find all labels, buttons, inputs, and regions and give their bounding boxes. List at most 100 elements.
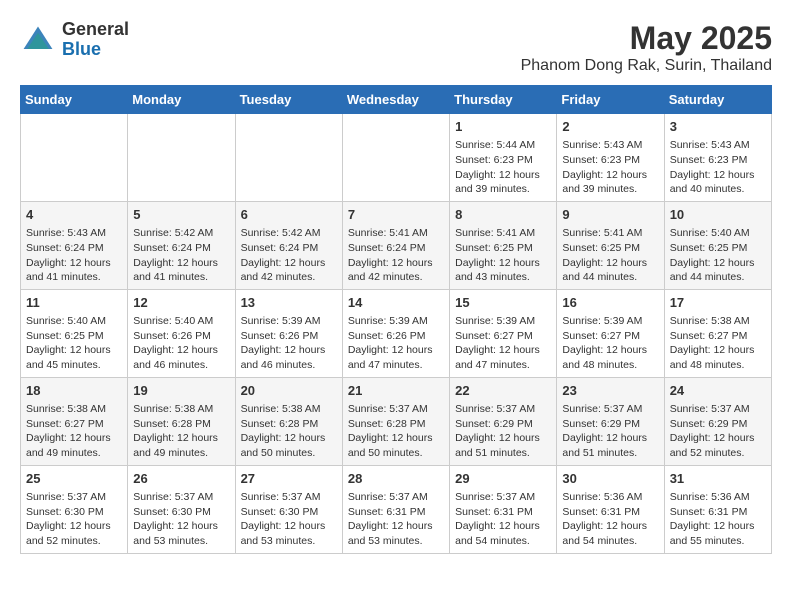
calendar-cell bbox=[342, 114, 449, 202]
cell-info: Sunrise: 5:42 AM bbox=[241, 226, 337, 241]
cell-info: Sunrise: 5:41 AM bbox=[455, 226, 551, 241]
logo-blue: Blue bbox=[62, 40, 129, 60]
cell-info: Daylight: 12 hours bbox=[670, 431, 766, 446]
day-number: 18 bbox=[26, 382, 122, 400]
cell-info: Sunset: 6:26 PM bbox=[348, 329, 444, 344]
cell-info: and 45 minutes. bbox=[26, 358, 122, 373]
calendar-cell: 7Sunrise: 5:41 AMSunset: 6:24 PMDaylight… bbox=[342, 201, 449, 289]
cell-info: Daylight: 12 hours bbox=[455, 256, 551, 271]
calendar-cell: 5Sunrise: 5:42 AMSunset: 6:24 PMDaylight… bbox=[128, 201, 235, 289]
calendar-header-row: SundayMondayTuesdayWednesdayThursdayFrid… bbox=[21, 86, 772, 114]
cell-info: Sunset: 6:28 PM bbox=[133, 417, 229, 432]
cell-info: Sunset: 6:31 PM bbox=[562, 505, 658, 520]
calendar-cell: 31Sunrise: 5:36 AMSunset: 6:31 PMDayligh… bbox=[664, 465, 771, 553]
cell-info: Daylight: 12 hours bbox=[241, 343, 337, 358]
day-number: 23 bbox=[562, 382, 658, 400]
day-number: 8 bbox=[455, 206, 551, 224]
cell-info: Sunrise: 5:38 AM bbox=[133, 402, 229, 417]
calendar-body: 1 Sunrise: 5:44 AM Sunset: 6:23 PM Daylight… bbox=[21, 114, 772, 554]
cell-info: Sunrise: 5:39 AM bbox=[348, 314, 444, 329]
cell-info: Sunset: 6:27 PM bbox=[26, 417, 122, 432]
cell-info: and 41 minutes. bbox=[26, 270, 122, 285]
cell-info: and 53 minutes. bbox=[133, 534, 229, 549]
cell-info: Sunset: 6:25 PM bbox=[670, 241, 766, 256]
cell-info: Daylight: 12 hours bbox=[455, 168, 551, 183]
cell-info: Sunrise: 5:40 AM bbox=[670, 226, 766, 241]
title-block: May 2025 Phanom Dong Rak, Surin, Thailan… bbox=[521, 20, 772, 75]
day-number: 6 bbox=[241, 206, 337, 224]
cell-info: Daylight: 12 hours bbox=[562, 256, 658, 271]
day-number: 31 bbox=[670, 470, 766, 488]
cell-info: Sunrise: 5:42 AM bbox=[133, 226, 229, 241]
cell-info: Sunrise: 5:37 AM bbox=[348, 490, 444, 505]
cell-info: Sunrise: 5:43 AM bbox=[670, 138, 766, 153]
cell-info: and 51 minutes. bbox=[562, 446, 658, 461]
calendar-cell: 22Sunrise: 5:37 AMSunset: 6:29 PMDayligh… bbox=[450, 377, 557, 465]
day-header-sunday: Sunday bbox=[21, 86, 128, 114]
day-number: 24 bbox=[670, 382, 766, 400]
cell-info: Sunrise: 5:37 AM bbox=[562, 402, 658, 417]
cell-info: and 52 minutes. bbox=[670, 446, 766, 461]
cell-info: and 46 minutes. bbox=[133, 358, 229, 373]
cell-info: Sunrise: 5:44 AM bbox=[455, 138, 551, 153]
calendar-cell: 9Sunrise: 5:41 AMSunset: 6:25 PMDaylight… bbox=[557, 201, 664, 289]
cell-info: and 48 minutes. bbox=[562, 358, 658, 373]
cell-info: and 44 minutes. bbox=[562, 270, 658, 285]
day-number: 12 bbox=[133, 294, 229, 312]
cell-info: Sunrise: 5:39 AM bbox=[562, 314, 658, 329]
calendar-cell: 21Sunrise: 5:37 AMSunset: 6:28 PMDayligh… bbox=[342, 377, 449, 465]
cell-info: Daylight: 12 hours bbox=[455, 431, 551, 446]
calendar-cell: 16Sunrise: 5:39 AMSunset: 6:27 PMDayligh… bbox=[557, 289, 664, 377]
calendar-cell: 19Sunrise: 5:38 AMSunset: 6:28 PMDayligh… bbox=[128, 377, 235, 465]
cell-info: Daylight: 12 hours bbox=[670, 343, 766, 358]
calendar-cell bbox=[128, 114, 235, 202]
cell-info: Daylight: 12 hours bbox=[455, 343, 551, 358]
day-number: 14 bbox=[348, 294, 444, 312]
cell-info: Sunrise: 5:38 AM bbox=[241, 402, 337, 417]
calendar-cell: 12Sunrise: 5:40 AMSunset: 6:26 PMDayligh… bbox=[128, 289, 235, 377]
calendar-cell: 23Sunrise: 5:37 AMSunset: 6:29 PMDayligh… bbox=[557, 377, 664, 465]
cell-info: Sunset: 6:30 PM bbox=[26, 505, 122, 520]
week-row-3: 11Sunrise: 5:40 AMSunset: 6:25 PMDayligh… bbox=[21, 289, 772, 377]
cell-info: and 44 minutes. bbox=[670, 270, 766, 285]
day-header-wednesday: Wednesday bbox=[342, 86, 449, 114]
cell-info: Daylight: 12 hours bbox=[562, 168, 658, 183]
cell-info: Daylight: 12 hours bbox=[133, 519, 229, 534]
cell-info: Daylight: 12 hours bbox=[133, 256, 229, 271]
cell-info: Daylight: 12 hours bbox=[241, 431, 337, 446]
cell-info: Daylight: 12 hours bbox=[133, 431, 229, 446]
cell-info: Sunset: 6:26 PM bbox=[133, 329, 229, 344]
calendar-cell bbox=[21, 114, 128, 202]
day-number: 30 bbox=[562, 470, 658, 488]
day-number: 29 bbox=[455, 470, 551, 488]
day-number: 16 bbox=[562, 294, 658, 312]
day-number: 20 bbox=[241, 382, 337, 400]
day-number: 1 bbox=[455, 118, 551, 136]
cell-info: Sunrise: 5:37 AM bbox=[455, 402, 551, 417]
cell-info: Sunset: 6:24 PM bbox=[241, 241, 337, 256]
calendar-cell: 14Sunrise: 5:39 AMSunset: 6:26 PMDayligh… bbox=[342, 289, 449, 377]
cell-info: Sunset: 6:23 PM bbox=[670, 153, 766, 168]
day-number: 4 bbox=[26, 206, 122, 224]
cell-info: Sunrise: 5:37 AM bbox=[670, 402, 766, 417]
day-header-tuesday: Tuesday bbox=[235, 86, 342, 114]
calendar-cell bbox=[235, 114, 342, 202]
calendar-cell: 10Sunrise: 5:40 AMSunset: 6:25 PMDayligh… bbox=[664, 201, 771, 289]
calendar-cell: 8Sunrise: 5:41 AMSunset: 6:25 PMDaylight… bbox=[450, 201, 557, 289]
cell-info: Daylight: 12 hours bbox=[670, 256, 766, 271]
day-number: 7 bbox=[348, 206, 444, 224]
cell-info: Sunset: 6:27 PM bbox=[455, 329, 551, 344]
cell-info: Daylight: 12 hours bbox=[348, 431, 444, 446]
day-number: 27 bbox=[241, 470, 337, 488]
cell-info: Sunrise: 5:36 AM bbox=[562, 490, 658, 505]
cell-info: Daylight: 12 hours bbox=[562, 431, 658, 446]
logo-text: General Blue bbox=[62, 20, 129, 60]
day-header-monday: Monday bbox=[128, 86, 235, 114]
calendar-table: SundayMondayTuesdayWednesdayThursdayFrid… bbox=[20, 85, 772, 554]
day-header-thursday: Thursday bbox=[450, 86, 557, 114]
cell-info: Sunrise: 5:37 AM bbox=[455, 490, 551, 505]
cell-info: and 42 minutes. bbox=[241, 270, 337, 285]
week-row-2: 4Sunrise: 5:43 AMSunset: 6:24 PMDaylight… bbox=[21, 201, 772, 289]
cell-info: and 54 minutes. bbox=[562, 534, 658, 549]
cell-info: Sunrise: 5:37 AM bbox=[133, 490, 229, 505]
